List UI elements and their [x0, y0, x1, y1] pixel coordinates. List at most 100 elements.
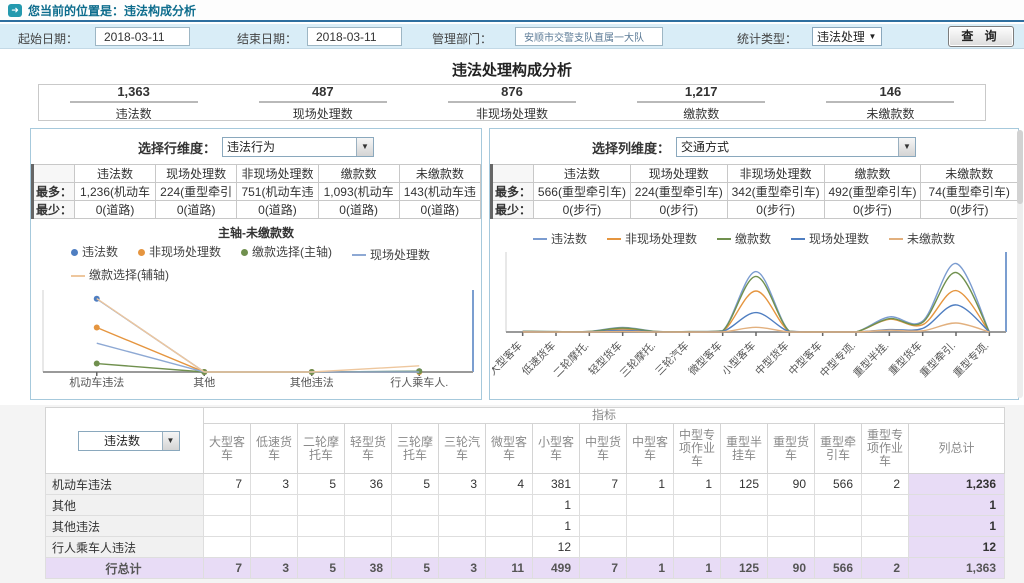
summary-stat-value: 876 — [448, 84, 576, 103]
pivot-cell — [674, 516, 721, 537]
summary-stat-label: 非现场处理数 — [417, 105, 606, 122]
start-date-input[interactable] — [95, 27, 190, 46]
svg-text:中型专项.: 中型专项. — [817, 338, 858, 379]
legend-symbol — [889, 238, 903, 240]
legend-row: 缴款选择(辅轴) — [31, 264, 481, 285]
pivot-cell: 1 — [674, 474, 721, 495]
pivot-cell — [439, 495, 486, 516]
mini-row-label: 最多： — [33, 183, 75, 201]
column-dimension-value: 交通方式 — [677, 138, 898, 156]
scrollbar-thumb[interactable] — [1017, 130, 1023, 204]
department-input[interactable] — [515, 27, 663, 46]
summary-stat-value: 487 — [259, 84, 387, 103]
legend-item[interactable]: 违法数 — [533, 231, 587, 248]
pivot-cell: 381 — [533, 474, 580, 495]
pivot-total-cell: 2 — [862, 558, 909, 579]
svg-text:其他违法: 其他违法 — [290, 375, 334, 389]
mini-column-header: 缴款数 — [318, 165, 399, 183]
pivot-cell: 566 — [815, 474, 862, 495]
legend-item[interactable]: 现场处理数 — [791, 231, 869, 248]
column-dimension-chart: 大型客车低速货车二轮摩托.轻型货车三轮摩托.三轮汽车微型客车小型客车中型货车中型… — [492, 248, 1016, 398]
legend-item[interactable]: 缴款选择(主轴) — [241, 244, 332, 261]
pivot-cell — [862, 516, 909, 537]
pivot-column-header: 中型专项作业车 — [674, 424, 721, 474]
legend-symbol — [352, 254, 366, 256]
mini-cell: 74(重型牵引车) — [921, 183, 1018, 201]
pivot-cell: 1 — [627, 474, 674, 495]
legend-item[interactable]: 缴款选择(辅轴) — [71, 267, 169, 284]
pivot-cell — [392, 495, 439, 516]
mini-row: 最少：0(步行)0(步行)0(步行)0(步行)0(步行) — [492, 201, 1018, 219]
stat-type-select[interactable]: 违法处理 ▼ — [812, 27, 882, 46]
pivot-total-label: 行总计 — [46, 558, 204, 579]
pivot-column-header: 小型客车 — [533, 424, 580, 474]
pivot-total-cell: 11 — [486, 558, 533, 579]
chevron-down-icon[interactable]: ▼ — [162, 432, 179, 450]
pivot-total-cell: 566 — [815, 558, 862, 579]
pivot-cell: 5 — [392, 474, 439, 495]
pivot-total-cell: 125 — [721, 558, 768, 579]
pivot-column-header: 重型牵引车 — [815, 424, 862, 474]
legend-item[interactable]: 现场处理数 — [352, 247, 430, 264]
mini-row-label: 最少： — [492, 201, 534, 219]
legend-label: 现场处理数 — [370, 247, 430, 264]
row-dimension-label: 选择行维度： — [138, 138, 216, 157]
pivot-cell: 7 — [204, 474, 251, 495]
pivot-column-header: 中型客车 — [627, 424, 674, 474]
chevron-down-icon[interactable]: ▼ — [864, 28, 881, 45]
pivot-total-row: 行总计7353853114997111259056621,363 — [46, 558, 1005, 579]
query-button[interactable]: 查 询 — [948, 26, 1014, 47]
mini-cell: 0(步行) — [824, 201, 921, 219]
pivot-cell — [392, 516, 439, 537]
mini-cell: 0(步行) — [534, 201, 631, 219]
pivot-metric-cell: 违法数 ▼ — [46, 408, 204, 474]
column-dimension-selector-row: 选择列维度： 交通方式 ▼ — [490, 137, 1018, 157]
legend-item[interactable]: 缴款数 — [717, 231, 771, 248]
pivot-total-cell: 90 — [768, 558, 815, 579]
summary-box: 1,363违法数487现场处理数876非现场处理数1,217缴款数146未缴款数 — [38, 84, 986, 121]
pivot-row-label: 其他 — [46, 495, 204, 516]
pivot-cell — [721, 495, 768, 516]
mini-cell: 143(机动车违 — [399, 183, 480, 201]
pivot-total-cell: 5 — [392, 558, 439, 579]
legend-label: 缴款选择(主轴) — [252, 244, 332, 261]
pivot-total-cell: 3 — [439, 558, 486, 579]
bottom-table-section: 违法数 ▼ 指标 大型客车低速货车二轮摩托车轻型货车三轮摩托车三轮汽车微型客车小… — [0, 405, 1024, 583]
pivot-column-header: 三轮汽车 — [439, 424, 486, 474]
summary-stat-value: 1,363 — [70, 84, 198, 103]
pivot-cell: 1 — [533, 516, 580, 537]
chevron-down-icon[interactable]: ▼ — [356, 138, 373, 156]
svg-text:三轮汽车: 三轮汽车 — [653, 338, 692, 377]
end-date-input[interactable] — [307, 27, 402, 46]
mini-cell: 342(重型牵引车) — [727, 183, 824, 201]
legend-symbol — [241, 249, 248, 256]
summary-stat: 487现场处理数 — [228, 83, 417, 122]
svg-text:行人乘车人.: 行人乘车人. — [390, 375, 448, 389]
pivot-cell — [486, 495, 533, 516]
pivot-cell — [204, 537, 251, 558]
scrollbar[interactable] — [1017, 130, 1023, 398]
legend-item[interactable]: 非现场处理数 — [138, 244, 221, 261]
legend-item[interactable]: 未缴款数 — [889, 231, 955, 248]
legend-item[interactable]: 违法数 — [71, 244, 118, 261]
row-dimension-panel: 选择行维度： 违法行为 ▼ 违法数现场处理数非现场处理数缴款数未缴款数最多：1,… — [30, 128, 482, 400]
pivot-column-header: 微型客车 — [486, 424, 533, 474]
svg-text:小型客车: 小型客车 — [719, 338, 758, 377]
metric-select[interactable]: 违法数 ▼ — [78, 431, 180, 451]
table-row: 机动车违法735365343817111259056621,236 — [46, 474, 1005, 495]
column-dimension-select[interactable]: 交通方式 ▼ — [676, 137, 916, 157]
legend-item[interactable]: 非现场处理数 — [607, 231, 697, 248]
legend-symbol — [138, 249, 145, 256]
summary-stat: 146未缴款数 — [796, 83, 985, 122]
start-date-label: 起始日期： — [18, 30, 78, 47]
legend-symbol — [791, 238, 805, 240]
pivot-cell: 3 — [251, 474, 298, 495]
pivot-grand-total: 1,363 — [909, 558, 1005, 579]
legend-row: 违法数 非现场处理数 缴款数 现场处理数 未缴款数 — [490, 227, 1018, 248]
summary-stat-value: 146 — [826, 84, 954, 103]
pivot-column-header: 二轮摩托车 — [298, 424, 345, 474]
mini-cell: 751(机动车违 — [237, 183, 318, 201]
chevron-down-icon[interactable]: ▼ — [898, 138, 915, 156]
row-dimension-select[interactable]: 违法行为 ▼ — [222, 137, 374, 157]
pivot-cell — [345, 495, 392, 516]
